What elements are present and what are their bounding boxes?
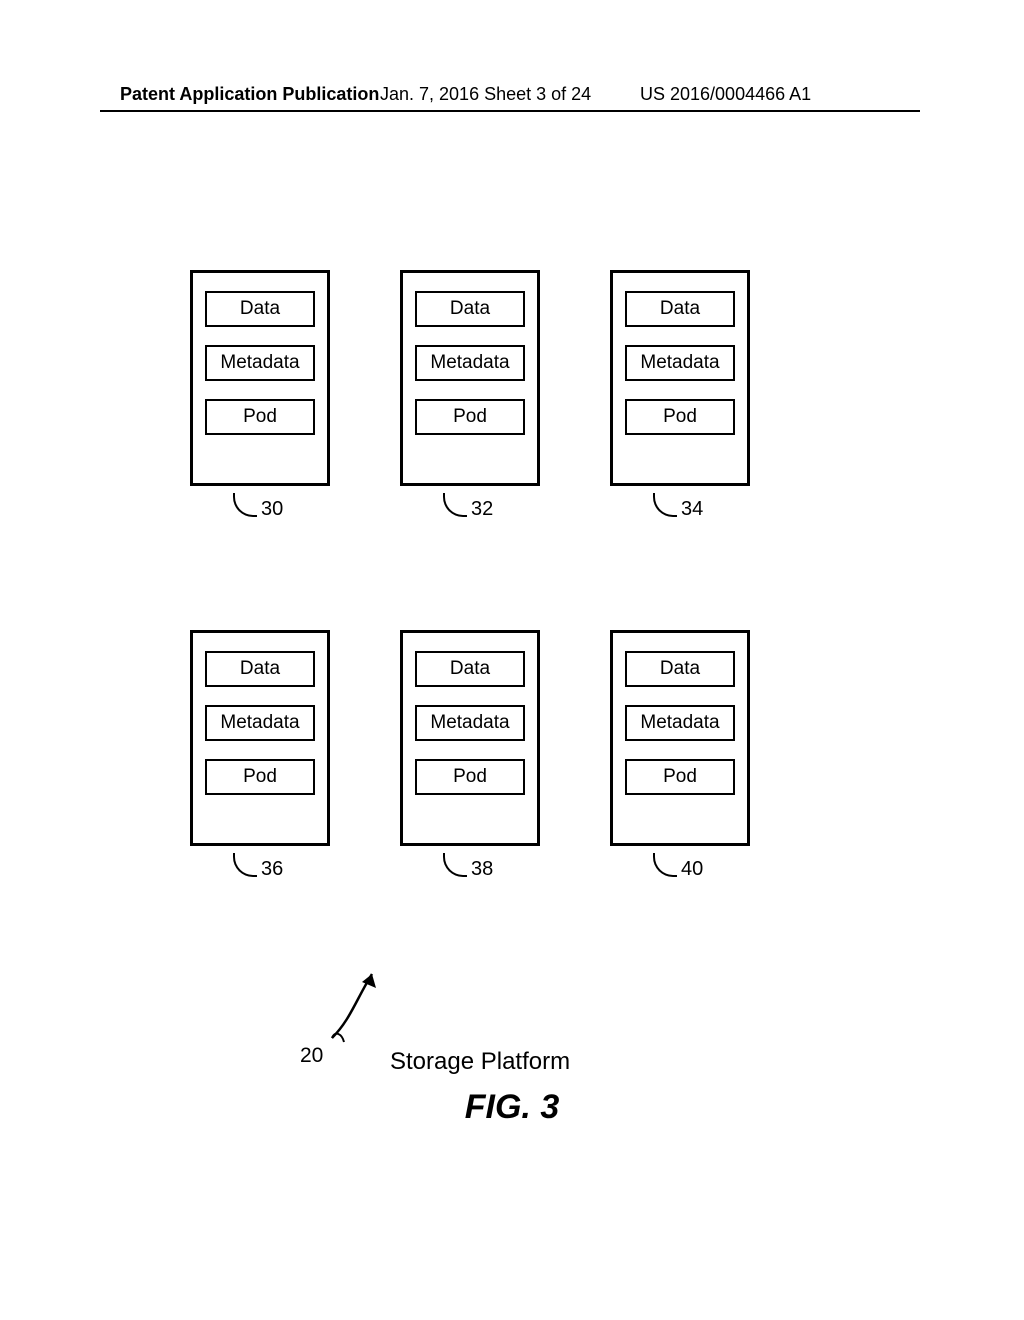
reference-number: 40: [681, 858, 703, 881]
data-block: Data: [415, 291, 525, 327]
data-block: Data: [205, 651, 315, 687]
header-publication-type: Patent Application Publication: [120, 84, 379, 105]
leader-line-icon: [233, 493, 257, 517]
reference-number: 32: [471, 498, 493, 521]
reference-40: 40: [653, 858, 703, 881]
pod-block: Pod: [625, 759, 735, 795]
reference-36: 36: [233, 858, 283, 881]
pod-container-40: Data Metadata Pod 40: [610, 630, 750, 846]
pod-container-36: Data Metadata Pod 36: [190, 630, 330, 846]
pod-block: Pod: [205, 759, 315, 795]
leader-line-icon: [233, 853, 257, 877]
pod-block: Pod: [625, 399, 735, 435]
reference-38: 38: [443, 858, 493, 881]
leader-line-icon: [443, 493, 467, 517]
reference-32: 32: [443, 498, 493, 521]
pod-block: Pod: [205, 399, 315, 435]
reference-34: 34: [653, 498, 703, 521]
pod-container-34: Data Metadata Pod 34: [610, 270, 750, 486]
reference-20: 20: [300, 1044, 323, 1068]
data-block: Data: [625, 291, 735, 327]
header-publication-number: US 2016/0004466 A1: [640, 84, 811, 105]
pod-block: Pod: [415, 399, 525, 435]
data-block: Data: [415, 651, 525, 687]
figure-number: FIG. 3: [0, 1088, 1024, 1127]
header-divider: [100, 110, 920, 112]
metadata-block: Metadata: [415, 345, 525, 381]
metadata-block: Metadata: [625, 345, 735, 381]
metadata-block: Metadata: [205, 705, 315, 741]
reference-number: 38: [471, 858, 493, 881]
data-block: Data: [205, 291, 315, 327]
storage-platform-label: Storage Platform: [390, 1048, 570, 1076]
pod-row-top: Data Metadata Pod 30 Data Metadata Pod 3…: [190, 270, 750, 486]
platform-arrow-icon: [320, 960, 400, 1050]
leader-line-icon: [443, 853, 467, 877]
metadata-block: Metadata: [415, 705, 525, 741]
pod-container-30: Data Metadata Pod 30: [190, 270, 330, 486]
pod-block: Pod: [415, 759, 525, 795]
reference-number: 30: [261, 498, 283, 521]
reference-30: 30: [233, 498, 283, 521]
leader-line-icon: [653, 493, 677, 517]
patent-figure-page: Patent Application Publication Jan. 7, 2…: [0, 0, 1024, 1320]
leader-line-icon: [653, 853, 677, 877]
reference-number: 34: [681, 498, 703, 521]
pod-container-32: Data Metadata Pod 32: [400, 270, 540, 486]
header-date-sheet: Jan. 7, 2016 Sheet 3 of 24: [380, 84, 591, 105]
pod-container-38: Data Metadata Pod 38: [400, 630, 540, 846]
reference-number: 36: [261, 858, 283, 881]
pod-row-bottom: Data Metadata Pod 36 Data Metadata Pod 3…: [190, 630, 750, 846]
metadata-block: Metadata: [205, 345, 315, 381]
metadata-block: Metadata: [625, 705, 735, 741]
data-block: Data: [625, 651, 735, 687]
